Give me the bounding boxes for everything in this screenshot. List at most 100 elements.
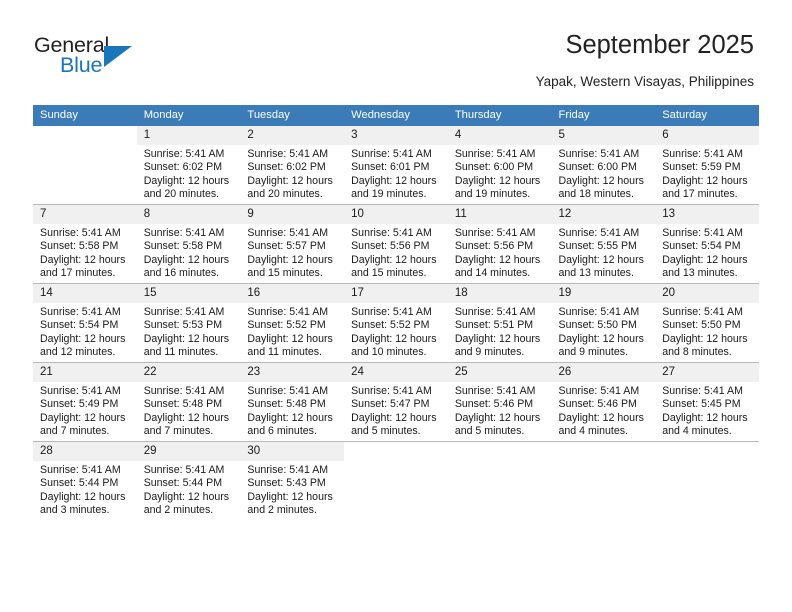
daylight-text: Daylight: 12 hours and 3 minutes. [40, 490, 126, 517]
calendar-day-cell[interactable]: 23 Sunrise: 5:41 AM Sunset: 5:48 PM Dayligh… [240, 362, 345, 442]
calendar-day-cell[interactable]: 19 Sunrise: 5:41 AM Sunset: 5:50 PM Dayligh… [551, 283, 656, 363]
weekday-header-row: Sunday Monday Tuesday Wednesday Thursday… [33, 105, 759, 126]
calendar-day-cell[interactable]: 2 Sunrise: 5:41 AM Sunset: 6:02 PM Daylight… [240, 126, 345, 205]
calendar-body: 1 Sunrise: 5:41 AM Sunset: 6:02 PM Daylight… [33, 126, 759, 520]
day-details: Sunrise: 5:41 AM Sunset: 5:56 PM Daylight:… [448, 224, 552, 281]
calendar-day-cell[interactable]: 5 Sunrise: 5:41 AM Sunset: 6:00 PM Daylight… [551, 126, 656, 205]
weekday-header-monday: Monday [136, 105, 241, 126]
calendar-day-cell[interactable]: 4 Sunrise: 5:41 AM Sunset: 6:00 PM Daylight… [447, 126, 552, 205]
calendar-day-cell[interactable]: 28 Sunrise: 5:41 AM Sunset: 5:44 PM Dayligh… [33, 441, 137, 520]
weekday-header-friday: Friday [551, 105, 656, 126]
sunrise-text: Sunrise: 5:41 AM [454, 148, 536, 160]
calendar-day-cell[interactable]: 15 Sunrise: 5:41 AM Sunset: 5:53 PM Dayligh… [136, 283, 241, 363]
calendar-day-cell[interactable]: 20 Sunrise: 5:41 AM Sunset: 5:50 PM Dayligh… [655, 283, 759, 363]
calendar-day-cell[interactable]: 6 Sunrise: 5:41 AM Sunset: 5:59 PM Daylight… [655, 126, 759, 205]
calendar-day-cell[interactable]: 27 Sunrise: 5:41 AM Sunset: 5:45 PM Dayligh… [655, 362, 759, 442]
sunrise-text: Sunrise: 5:41 AM [662, 306, 743, 318]
daylight-text: Daylight: 12 hours and 5 minutes. [454, 411, 541, 438]
calendar-day-cell[interactable]: 21 Sunrise: 5:41 AM Sunset: 5:49 PM Dayligh… [33, 362, 137, 442]
sunset-text: Sunset: 5:48 PM [247, 398, 326, 411]
day-details: Sunrise: 5:41 AM Sunset: 5:49 PM Daylight:… [33, 382, 137, 439]
calendar-day-cell[interactable]: 14 Sunrise: 5:41 AM Sunset: 5:54 PM Dayligh… [33, 283, 137, 363]
day-details: Sunrise: 5:41 AM Sunset: 5:43 PM Daylight:… [240, 461, 344, 518]
day-number: 8 [136, 205, 241, 224]
day-number: 9 [240, 205, 345, 224]
calendar-day-cell[interactable]: 10 Sunrise: 5:41 AM Sunset: 5:56 PM Dayligh… [344, 204, 448, 284]
sunset-text: Sunset: 5:55 PM [558, 240, 637, 253]
day-number: 7 [33, 205, 137, 224]
sunset-text: Sunset: 5:43 PM [247, 477, 326, 490]
daylight-text: Daylight: 12 hours and 8 minutes. [662, 332, 748, 359]
sunset-text: Sunset: 5:46 PM [558, 398, 637, 411]
daylight-text: Daylight: 12 hours and 10 minutes. [351, 332, 437, 359]
sunrise-text: Sunrise: 5:41 AM [351, 148, 432, 160]
daylight-text: Daylight: 12 hours and 17 minutes. [662, 174, 748, 201]
sunrise-text: Sunrise: 5:41 AM [662, 148, 743, 160]
day-details: Sunrise: 5:41 AM Sunset: 5:46 PM Daylight:… [552, 382, 656, 439]
sunset-text: Sunset: 5:59 PM [662, 161, 741, 174]
calendar-day-cell[interactable]: 29 Sunrise: 5:41 AM Sunset: 5:44 PM Dayligh… [136, 441, 241, 520]
daylight-text: Daylight: 12 hours and 6 minutes. [247, 411, 333, 438]
day-details: Sunrise: 5:41 AM Sunset: 5:57 PM Daylight:… [240, 224, 344, 281]
day-number: 17 [344, 284, 448, 303]
calendar-day-cell[interactable]: 1 Sunrise: 5:41 AM Sunset: 6:02 PM Daylight… [136, 126, 241, 205]
daylight-text: Daylight: 12 hours and 2 minutes. [143, 490, 230, 517]
sunset-text: Sunset: 5:47 PM [351, 398, 430, 411]
calendar-day-cell[interactable]: 22 Sunrise: 5:41 AM Sunset: 5:48 PM Dayligh… [136, 362, 241, 442]
calendar-week-row: 14 Sunrise: 5:41 AM Sunset: 5:54 PM Dayligh… [33, 283, 759, 363]
sunrise-text: Sunrise: 5:41 AM [143, 385, 225, 397]
sunset-text: Sunset: 5:56 PM [454, 240, 534, 253]
day-details: Sunrise: 5:41 AM Sunset: 5:45 PM Daylight:… [655, 382, 759, 439]
calendar-day-cell[interactable]: 7 Sunrise: 5:41 AM Sunset: 5:58 PM Daylight… [33, 204, 137, 284]
calendar-week-row: 1 Sunrise: 5:41 AM Sunset: 6:02 PM Daylight… [33, 126, 759, 205]
daylight-text: Daylight: 12 hours and 15 minutes. [247, 253, 333, 280]
sunset-text: Sunset: 5:53 PM [143, 319, 223, 332]
sunrise-text: Sunrise: 5:41 AM [247, 227, 329, 239]
calendar-day-cell[interactable]: 24 Sunrise: 5:41 AM Sunset: 5:47 PM Dayligh… [344, 362, 448, 442]
day-details: Sunrise: 5:41 AM Sunset: 5:55 PM Daylight:… [552, 224, 656, 281]
weekday-header-saturday: Saturday [655, 105, 759, 126]
sunset-text: Sunset: 5:49 PM [40, 398, 119, 411]
sunrise-text: Sunrise: 5:41 AM [662, 385, 743, 397]
day-number [344, 442, 448, 461]
calendar-day-cell[interactable]: 30 Sunrise: 5:41 AM Sunset: 5:43 PM Dayligh… [240, 441, 345, 520]
sunset-text: Sunset: 5:56 PM [351, 240, 430, 253]
day-details: Sunrise: 5:41 AM Sunset: 5:54 PM Daylight:… [33, 303, 137, 360]
logo-triangle-icon [104, 46, 132, 67]
calendar-day-cell[interactable]: 8 Sunrise: 5:41 AM Sunset: 5:58 PM Daylight… [136, 204, 241, 284]
sunset-text: Sunset: 5:46 PM [454, 398, 534, 411]
calendar-header-row: Sunday Monday Tuesday Wednesday Thursday… [33, 105, 759, 126]
daylight-text: Daylight: 12 hours and 16 minutes. [143, 253, 230, 280]
page-title: September 2025 [565, 31, 754, 59]
daylight-text: Daylight: 12 hours and 19 minutes. [351, 174, 437, 201]
logo-text-blue: Blue [60, 53, 103, 77]
daylight-text: Daylight: 12 hours and 13 minutes. [558, 253, 644, 280]
calendar-day-cell[interactable]: 3 Sunrise: 5:41 AM Sunset: 6:01 PM Daylight… [344, 126, 448, 205]
day-number: 10 [344, 205, 448, 224]
calendar-day-cell[interactable]: 12 Sunrise: 5:41 AM Sunset: 5:55 PM Dayligh… [551, 204, 656, 284]
sunrise-text: Sunrise: 5:41 AM [40, 306, 121, 318]
calendar-day-cell[interactable]: 18 Sunrise: 5:41 AM Sunset: 5:51 PM Dayligh… [447, 283, 552, 363]
general-blue-logo[interactable]: General Blue [34, 33, 194, 83]
day-number: 12 [551, 205, 656, 224]
day-details: Sunrise: 5:41 AM Sunset: 5:52 PM Daylight:… [240, 303, 344, 360]
day-number: 5 [551, 126, 656, 145]
calendar-day-cell[interactable]: 9 Sunrise: 5:41 AM Sunset: 5:57 PM Daylight… [240, 204, 345, 284]
sunset-text: Sunset: 6:02 PM [247, 161, 326, 174]
day-details: Sunrise: 5:41 AM Sunset: 5:46 PM Daylight:… [448, 382, 552, 439]
day-number: 4 [447, 126, 552, 145]
calendar-day-cell[interactable]: 26 Sunrise: 5:41 AM Sunset: 5:46 PM Dayligh… [551, 362, 656, 442]
day-details: Sunrise: 5:41 AM Sunset: 5:51 PM Daylight:… [448, 303, 552, 360]
calendar-day-cell[interactable]: 11 Sunrise: 5:41 AM Sunset: 5:56 PM Dayligh… [447, 204, 552, 284]
calendar-day-cell[interactable]: 13 Sunrise: 5:41 AM Sunset: 5:54 PM Dayligh… [655, 204, 759, 284]
weekday-header-wednesday: Wednesday [344, 105, 448, 126]
sunset-text: Sunset: 5:48 PM [143, 398, 223, 411]
day-details: Sunrise: 5:41 AM Sunset: 5:52 PM Daylight:… [344, 303, 448, 360]
calendar-day-cell[interactable]: 17 Sunrise: 5:41 AM Sunset: 5:52 PM Dayligh… [344, 283, 448, 363]
calendar-day-cell[interactable]: 25 Sunrise: 5:41 AM Sunset: 5:46 PM Dayligh… [447, 362, 552, 442]
sunrise-text: Sunrise: 5:41 AM [558, 227, 640, 239]
day-number [551, 442, 656, 461]
day-number: 14 [33, 284, 137, 303]
daylight-text: Daylight: 12 hours and 4 minutes. [558, 411, 644, 438]
calendar-day-cell[interactable]: 16 Sunrise: 5:41 AM Sunset: 5:52 PM Dayligh… [240, 283, 345, 363]
